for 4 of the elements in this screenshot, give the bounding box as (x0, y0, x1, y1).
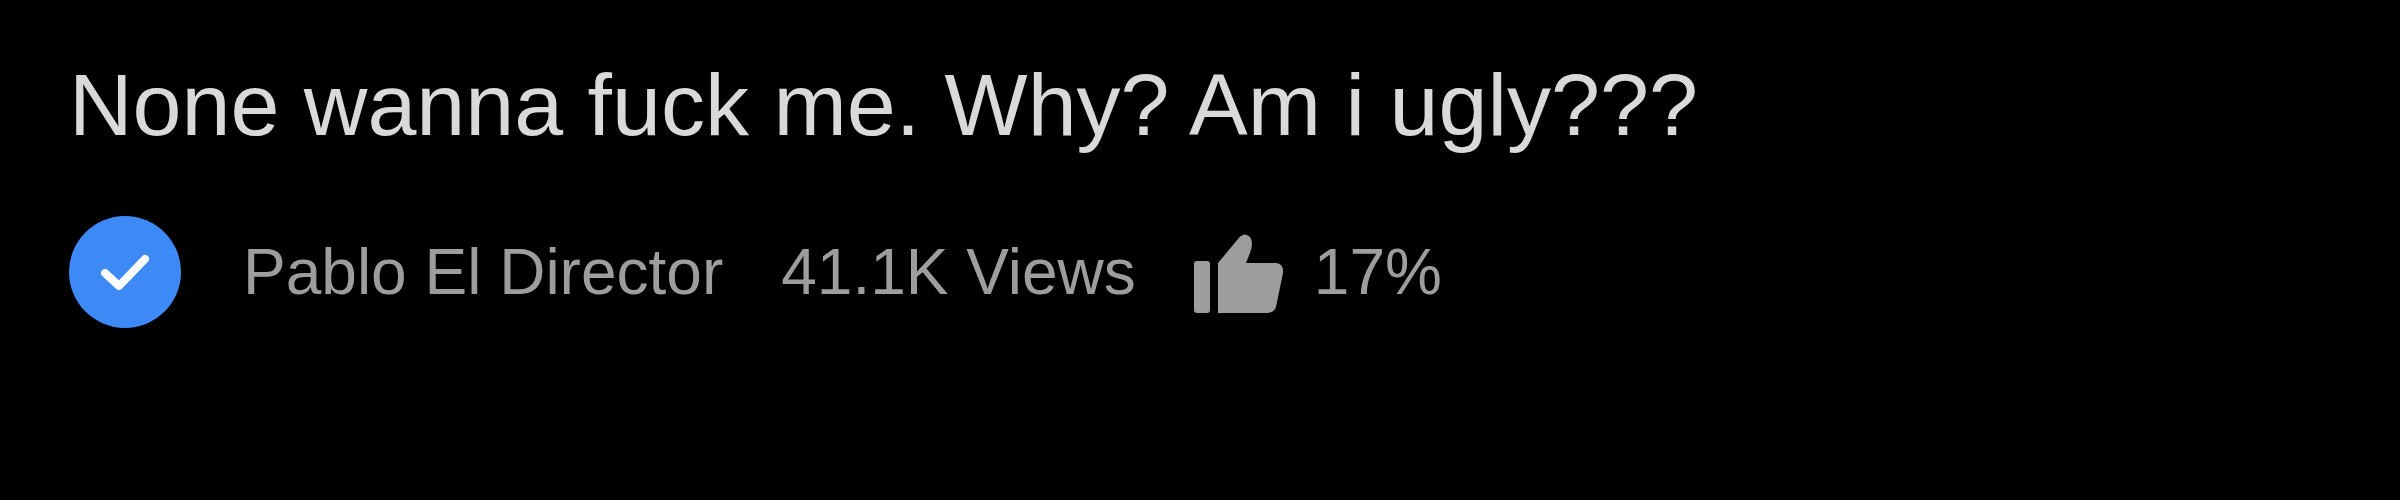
video-title: None wanna fuck me. Why? Am i ugly??? (69, 54, 1699, 156)
view-count: 41.1K Views (781, 239, 1136, 304)
channel-name[interactable]: Pablo El Director (243, 239, 724, 304)
like-percentage: 17% (1313, 239, 1442, 304)
